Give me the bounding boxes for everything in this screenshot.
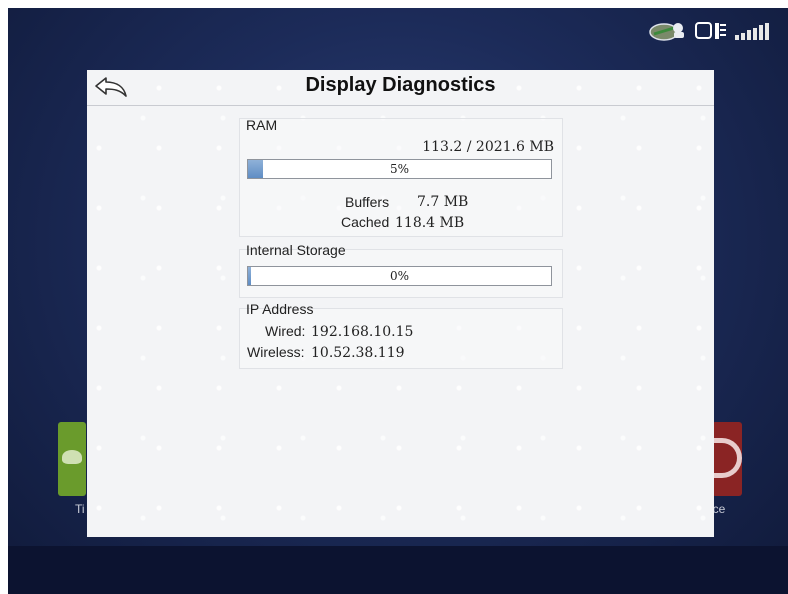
display-module-icon[interactable]	[694, 20, 728, 42]
tile-left-icon	[62, 450, 82, 464]
cached-value: 118.4 MB	[395, 215, 465, 231]
display-diagnostics-dialog: Display Diagnostics RAM 113.2 / 2021.6 M…	[87, 70, 714, 537]
wireless-label: Wireless:	[247, 344, 305, 360]
field-connect-icon[interactable]	[648, 20, 688, 42]
app-tile-left[interactable]	[58, 422, 86, 496]
wired-label: Wired:	[265, 323, 306, 339]
status-bar	[648, 16, 774, 46]
signal-strength-icon[interactable]	[734, 20, 774, 42]
cached-label: Cached	[341, 214, 390, 230]
wireless-ip: 10.52.38.119	[311, 345, 405, 361]
dialog-header: Display Diagnostics	[87, 70, 714, 106]
storage-panel: Internal Storage 0%	[239, 242, 563, 298]
ip-label: IP Address	[246, 301, 314, 317]
ram-progress-bar: 5%	[247, 159, 552, 179]
ip-panel: IP Address Wired: 192.168.10.15 Wireless…	[239, 301, 563, 369]
buffers-label: Buffers	[345, 194, 390, 210]
dialog-title: Display Diagnostics	[305, 74, 496, 96]
ram-percent: 5%	[389, 162, 410, 176]
storage-label: Internal Storage	[246, 242, 346, 258]
tile-right-icon	[712, 438, 742, 478]
storage-progress-bar: 0%	[247, 266, 552, 286]
ram-panel: RAM 113.2 / 2021.6 MB 5% Buffers 7.7 MB …	[239, 117, 563, 237]
storage-percent: 0%	[389, 269, 410, 283]
bottom-bar	[8, 546, 788, 594]
buffers-value: 7.7 MB	[417, 194, 469, 210]
app-tile-right[interactable]	[712, 422, 742, 496]
ram-usage: 113.2 / 2021.6 MB	[422, 139, 554, 155]
app-tile-left-label: Ti	[75, 502, 85, 516]
ram-label: RAM	[246, 117, 278, 133]
wired-ip: 192.168.10.15	[311, 324, 414, 340]
